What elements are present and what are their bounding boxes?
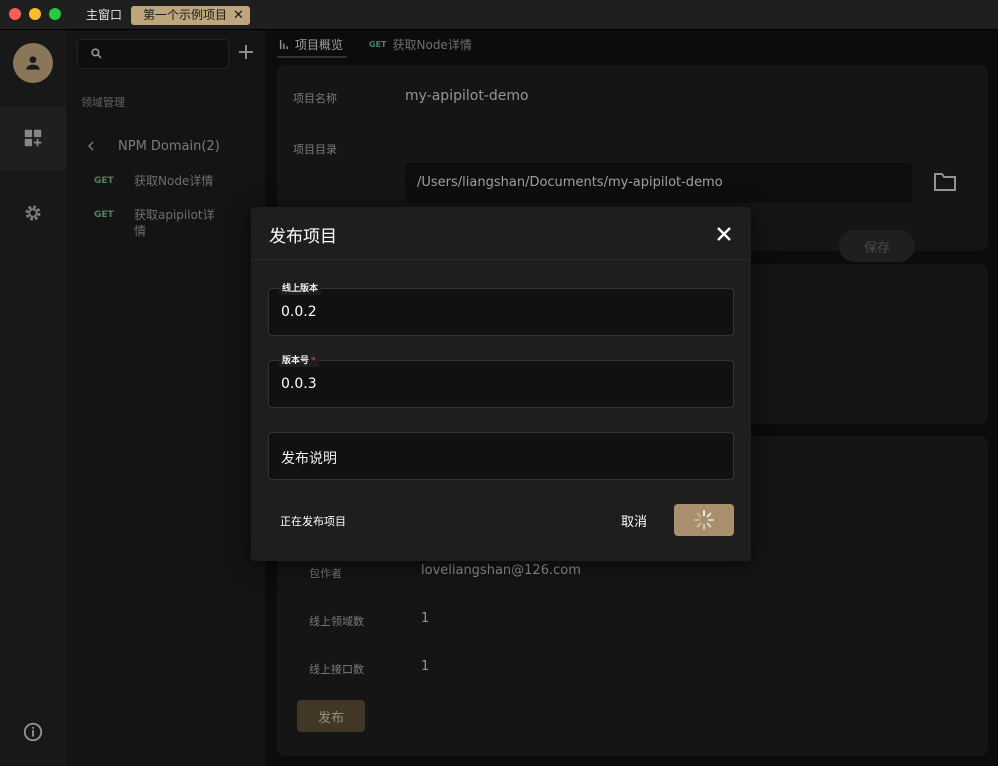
required-mark: * [311,356,316,366]
publishing-status: 正在发布项目 [280,515,346,528]
tab-main-window[interactable]: 主窗口 [86,6,122,25]
minimize-window-button[interactable] [29,8,41,20]
online-version-label: 线上版本 [279,283,322,295]
version-label: 版本号 * [279,355,319,367]
tab-example-project[interactable]: 第一个示例项目 ✕ [131,6,250,25]
release-notes-field[interactable]: 发布说明 [268,432,734,480]
loading-spinner-icon [694,510,714,530]
close-icon[interactable] [713,223,735,245]
dialog-title: 发布项目 [269,227,337,247]
online-version-field[interactable]: 线上版本 0.0.2 [268,283,734,336]
tab-label: 第一个示例项目 [143,8,228,22]
divider [251,259,751,260]
title-bar: 主窗口 第一个示例项目 ✕ [0,0,998,30]
confirm-publish-button[interactable] [674,504,734,536]
release-notes-placeholder: 发布说明 [281,451,337,467]
close-icon[interactable]: ✕ [233,8,244,23]
publish-dialog: 发布项目 线上版本 0.0.2 版本号 * 0.0.3 发布说明 正在发布项目 取… [251,207,751,561]
version-field[interactable]: 版本号 * 0.0.3 [268,355,734,408]
cancel-button[interactable]: 取消 [608,505,660,535]
maximize-window-button[interactable] [49,8,61,20]
version-value: 0.0.3 [281,376,317,392]
close-window-button[interactable] [9,8,21,20]
online-version-value: 0.0.2 [281,304,317,320]
